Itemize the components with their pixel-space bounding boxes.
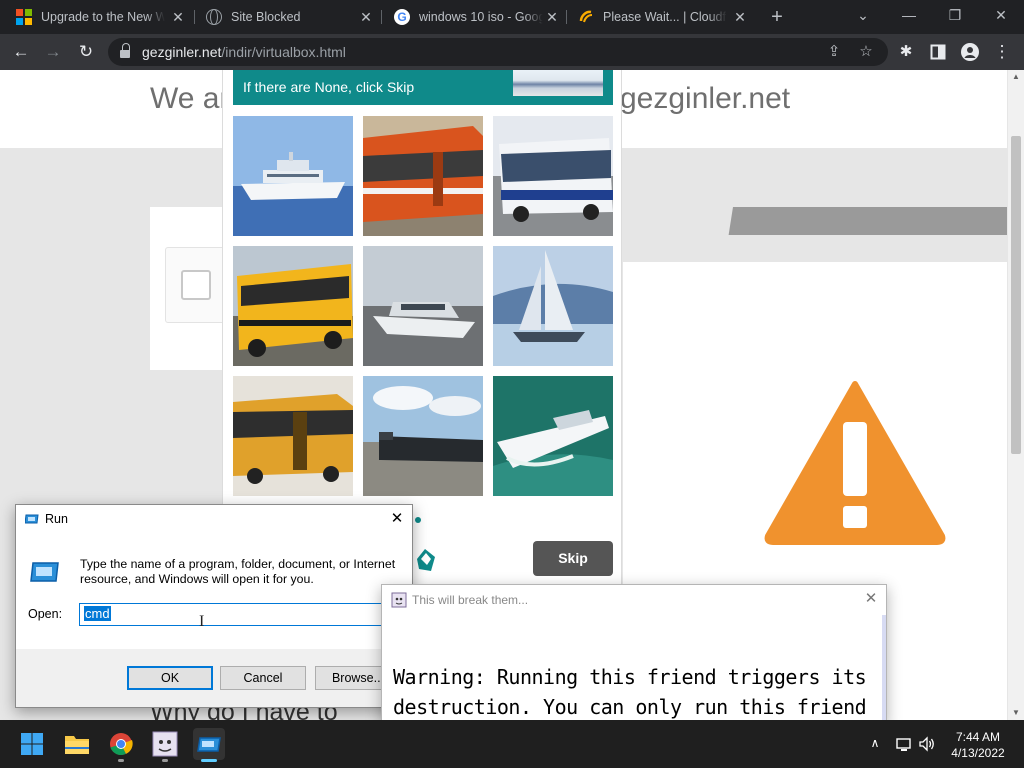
close-icon[interactable]: ✕: [860, 589, 882, 609]
ok-button[interactable]: OK: [127, 666, 213, 690]
globe-icon: [206, 9, 222, 25]
close-icon[interactable]: ✕: [358, 9, 374, 25]
friend-app-icon: [391, 592, 407, 608]
captcha-page-indicator: [415, 517, 421, 523]
warning-message: Warning: Running this friend triggers it…: [393, 665, 867, 719]
close-icon[interactable]: ✕: [170, 9, 186, 25]
share-icon[interactable]: ⇪: [822, 40, 846, 64]
captcha-tile-school-bus[interactable]: [233, 246, 353, 366]
tab-cloudflare[interactable]: Please Wait... | Cloudfla ✕: [562, 0, 756, 34]
run-app-icon: [30, 562, 59, 582]
clock-time: 7:44 AM: [955, 730, 1001, 744]
scroll-down-arrow-icon[interactable]: ▼: [1008, 706, 1024, 720]
reload-icon[interactable]: ↻: [74, 40, 98, 64]
human-verification-checkbox[interactable]: [181, 270, 211, 300]
back-arrow-icon[interactable]: ←: [9, 40, 33, 64]
google-icon: G: [394, 9, 410, 25]
warning-title: This will break them...: [412, 593, 529, 607]
tab-search-chevron-icon[interactable]: ⌄: [840, 0, 886, 34]
page-heading-right: gezginler.net: [620, 82, 791, 115]
run-dialog: Run ✕ Type the name of a program, folder…: [15, 504, 413, 708]
tab-title: Upgrade to the New W: [41, 10, 165, 24]
file-explorer-icon[interactable]: [61, 728, 93, 760]
progress-banner: [623, 207, 1007, 235]
captcha-tile-bus[interactable]: [493, 116, 613, 236]
running-indicator: [118, 759, 124, 762]
captcha-tile-bus-2[interactable]: [233, 376, 353, 496]
close-icon[interactable]: ✕: [544, 9, 560, 25]
new-tab-button[interactable]: +: [766, 6, 788, 28]
extensions-puzzle-icon[interactable]: ✱: [894, 40, 918, 64]
page-heading-left: We ar: [150, 82, 230, 115]
browser-toolbar: ← → ↻ gezginler.net/indir/virtualbox.htm…: [0, 34, 1024, 70]
run-titlebar[interactable]: Run ✕: [16, 505, 412, 534]
scrollbar-thumb[interactable]: [1011, 136, 1021, 454]
tab-title: Please Wait... | Cloudfla: [603, 10, 727, 24]
warning-dialog: This will break them... ✕ Warning: Runni…: [381, 584, 887, 724]
close-window-button[interactable]: ✕: [978, 0, 1024, 34]
hcaptcha-logo-icon[interactable]: [413, 545, 439, 575]
run-body: Type the name of a program, folder, docu…: [16, 534, 412, 649]
chrome-icon[interactable]: [105, 728, 137, 760]
minimize-button[interactable]: —: [886, 0, 932, 34]
restore-button[interactable]: ❐: [932, 0, 978, 34]
tab-windows-iso[interactable]: G windows 10 iso - Goog ✕: [378, 0, 568, 34]
captcha-tile-train[interactable]: [363, 116, 483, 236]
captcha-sample-image: [513, 70, 603, 96]
captcha-tile-speedboat[interactable]: [493, 376, 613, 496]
chevron-up-icon[interactable]: ∧: [867, 736, 883, 752]
captcha-tile-motorboat[interactable]: [363, 246, 483, 366]
tab-title: Site Blocked: [231, 10, 301, 24]
scroll-up-arrow-icon[interactable]: ▲: [1008, 70, 1024, 84]
friend-app-taskbar-icon[interactable]: [149, 728, 181, 760]
address-bar[interactable]: gezginler.net/indir/virtualbox.html ⇪ ☆: [108, 38, 888, 66]
close-icon[interactable]: ✕: [386, 509, 408, 529]
captcha-header: If there are None, click Skip: [233, 70, 613, 105]
captcha-tile-sailboat[interactable]: [493, 246, 613, 366]
run-description: Type the name of a program, folder, docu…: [80, 557, 396, 586]
lock-icon[interactable]: [120, 43, 130, 58]
tab-upgrade[interactable]: Upgrade to the New W ✕: [0, 0, 194, 34]
taskbar-clock[interactable]: 7:44 AM 4/13/2022: [938, 729, 1018, 761]
tab-title: windows 10 iso - Goog: [419, 10, 543, 24]
run-title: Run: [45, 512, 68, 526]
microsoft-logo-icon: [16, 9, 32, 25]
volume-icon[interactable]: [918, 735, 936, 753]
browser-tab-strip: Upgrade to the New W ✕ Site Blocked ✕ G …: [0, 0, 1024, 34]
forward-arrow-icon[interactable]: →: [41, 40, 65, 64]
side-panel-icon[interactable]: [926, 40, 950, 64]
run-input-value[interactable]: cmd: [84, 606, 111, 621]
start-windows-icon[interactable]: [16, 728, 48, 760]
url-text[interactable]: gezginler.net/indir/virtualbox.html: [142, 44, 346, 60]
warning-triangle-icon: [764, 381, 946, 545]
windows-taskbar: ∧ 7:44 AM 4/13/2022: [0, 720, 1024, 768]
cancel-button[interactable]: Cancel: [220, 666, 306, 690]
menu-kebab-icon[interactable]: ⋮: [990, 40, 1014, 64]
network-icon[interactable]: [895, 735, 913, 753]
profile-avatar-icon[interactable]: [958, 40, 982, 64]
running-indicator: [162, 759, 168, 762]
cloudflare-icon: [578, 9, 594, 25]
run-command-input[interactable]: cmd: [79, 603, 409, 626]
text-cursor-icon: I: [199, 613, 205, 630]
bookmark-star-icon[interactable]: ☆: [854, 40, 878, 64]
run-app-icon: [25, 514, 39, 524]
captcha-tile-train-2[interactable]: [363, 376, 483, 496]
active-indicator: [201, 759, 217, 762]
open-label: Open:: [28, 607, 63, 621]
captcha-instruction: If there are None, click Skip: [243, 79, 415, 95]
warning-scrollbar[interactable]: [882, 615, 886, 723]
skip-button[interactable]: Skip: [533, 541, 613, 576]
clock-date: 4/13/2022: [951, 746, 1005, 760]
close-icon[interactable]: ✕: [732, 9, 748, 25]
tab-site-blocked[interactable]: Site Blocked ✕: [190, 0, 382, 34]
captcha-tile-ship[interactable]: [233, 116, 353, 236]
run-taskbar-icon[interactable]: [193, 728, 225, 760]
